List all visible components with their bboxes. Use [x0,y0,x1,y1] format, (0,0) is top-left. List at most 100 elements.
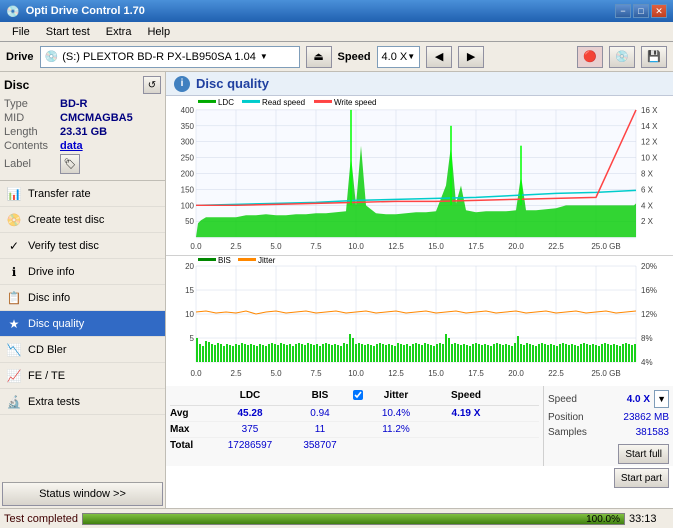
svg-text:15: 15 [185,286,194,295]
disc-type-row: Type BD-R [4,98,161,110]
max-bis: 11 [290,424,350,435]
svg-text:400: 400 [181,106,195,115]
svg-text:0.0: 0.0 [190,242,202,251]
menu-start-test[interactable]: Start test [38,24,98,40]
title-bar-controls: − □ ✕ [615,4,667,18]
avg-ldc: 45.28 [210,408,290,419]
disc-label-button[interactable]: 🏷 [60,154,80,174]
speed-label: Speed [338,51,371,63]
lower-chart-svg: 20 15 10 5 20% 16% 12% 8% 4% 0.0 2.5 5.0… [166,256,673,386]
speed-value: 4.0 X [382,51,408,63]
nav-fe-te[interactable]: 📈 FE / TE [0,363,165,389]
avg-speed: 4.19 X [426,408,506,419]
start-full-button[interactable]: Start full [618,444,669,464]
close-button[interactable]: ✕ [651,4,667,18]
svg-text:12.5: 12.5 [388,369,404,378]
svg-text:10.0: 10.0 [348,369,364,378]
speed-select[interactable]: 4.0 X ▼ [377,46,421,68]
max-jitter: 11.2% [366,424,426,435]
svg-text:2.5: 2.5 [230,369,242,378]
bis-header: BIS [290,390,350,403]
menu-extra[interactable]: Extra [98,24,140,40]
nav-drive-info[interactable]: ℹ Drive info [0,259,165,285]
svg-text:2 X: 2 X [641,217,654,226]
svg-text:8 X: 8 X [641,170,654,179]
progress-bar: 100.0% [82,513,625,525]
max-ldc: 375 [210,424,290,435]
disc-info-icon: 📋 [6,290,22,306]
svg-text:350: 350 [181,122,195,131]
menu-file[interactable]: File [4,24,38,40]
content-area: i Disc quality [166,72,673,508]
svg-text:10: 10 [185,310,194,319]
disc-contents-value[interactable]: data [60,140,83,152]
svg-text:20.0: 20.0 [508,369,524,378]
save-button[interactable]: 💾 [641,46,667,68]
position-value: 23862 MB [623,412,669,423]
disc-refresh-button[interactable]: ↺ [143,76,161,94]
svg-text:16%: 16% [641,286,657,295]
nav-create-test-disc[interactable]: 📀 Create test disc [0,207,165,233]
svg-text:5: 5 [190,334,195,343]
nav-extra-tests[interactable]: 🔬 Extra tests [0,389,165,415]
jitter-checkbox[interactable] [353,390,363,400]
svg-text:LDC: LDC [218,98,234,107]
drive-disc-icon: 💿 [45,50,59,63]
menu-help[interactable]: Help [139,24,178,40]
disc-action-btn1[interactable]: 🔴 [577,46,603,68]
avg-label: Avg [170,408,210,419]
title-bar-left: 💿 Opti Drive Control 1.70 [6,5,145,18]
nav-extra-tests-label: Extra tests [28,396,80,408]
disc-panel-header: Disc ↺ [4,76,161,94]
speed-side-value: 4.0 X [627,394,650,405]
svg-text:14 X: 14 X [641,122,658,131]
minimize-button[interactable]: − [615,4,631,18]
nav-disc-info[interactable]: 📋 Disc info [0,285,165,311]
disc-label-row: Label 🏷 [4,154,161,174]
svg-text:15.0: 15.0 [428,369,444,378]
nav-items: 📊 Transfer rate 📀 Create test disc ✓ Ver… [0,181,165,480]
cd-bler-icon: 📉 [6,342,22,358]
time-display: 33:13 [629,513,669,525]
disc-mid-label: MID [4,112,56,124]
app-title: Opti Drive Control 1.70 [26,5,145,17]
speed-left-button[interactable]: ◀ [426,46,452,68]
nav-cd-bler[interactable]: 📉 CD Bler [0,337,165,363]
drive-select[interactable]: 💿 (S:) PLEXTOR BD-R PX-LB950SA 1.04 ▼ [40,46,300,68]
svg-text:5.0: 5.0 [270,242,282,251]
drive-selected-value: (S:) PLEXTOR BD-R PX-LB950SA 1.04 [62,51,256,63]
svg-text:17.5: 17.5 [468,242,484,251]
svg-text:4%: 4% [641,358,653,367]
chart-lower: 20 15 10 5 20% 16% 12% 8% 4% 0.0 2.5 5.0… [166,256,673,386]
eject-button[interactable]: ⏏ [306,46,332,68]
disc-action-btn2[interactable]: 💿 [609,46,635,68]
stats-side: Speed 4.0 X ▼ Position 23862 MB Samples … [543,386,673,466]
start-part-button[interactable]: Start part [614,468,669,488]
nav-verify-test-disc-label: Verify test disc [28,240,99,252]
nav-verify-test-disc[interactable]: ✓ Verify test disc [0,233,165,259]
nav-disc-info-label: Disc info [28,292,70,304]
jitter-header: Jitter [366,390,426,403]
disc-mid-row: MID CMCMAGBA5 [4,112,161,124]
svg-text:17.5: 17.5 [468,369,484,378]
speed-right-button[interactable]: ▶ [458,46,484,68]
nav-disc-quality[interactable]: ★ Disc quality [0,311,165,337]
main-content: Disc ↺ Type BD-R MID CMCMAGBA5 Length 23… [0,72,673,508]
nav-transfer-rate[interactable]: 📊 Transfer rate [0,181,165,207]
drive-dropdown-arrow: ▼ [260,52,268,61]
svg-text:200: 200 [181,170,195,179]
speed-dropdown[interactable]: ▼ [654,390,669,408]
svg-text:0.0: 0.0 [190,369,202,378]
progress-text: 100.0% [586,514,620,526]
status-window-button[interactable]: Status window >> [2,482,163,506]
svg-text:10 X: 10 X [641,154,658,163]
ldc-header: LDC [210,390,290,403]
total-bis: 358707 [290,440,350,451]
progress-bar-fill [83,514,624,524]
svg-text:5.0: 5.0 [270,369,282,378]
svg-text:4 X: 4 X [641,201,654,210]
stats-bottom: LDC BIS Jitter Speed Avg 45.28 0.94 [166,386,673,466]
samples-value: 381583 [636,427,669,438]
disc-length-value: 23.31 GB [60,126,107,138]
maximize-button[interactable]: □ [633,4,649,18]
